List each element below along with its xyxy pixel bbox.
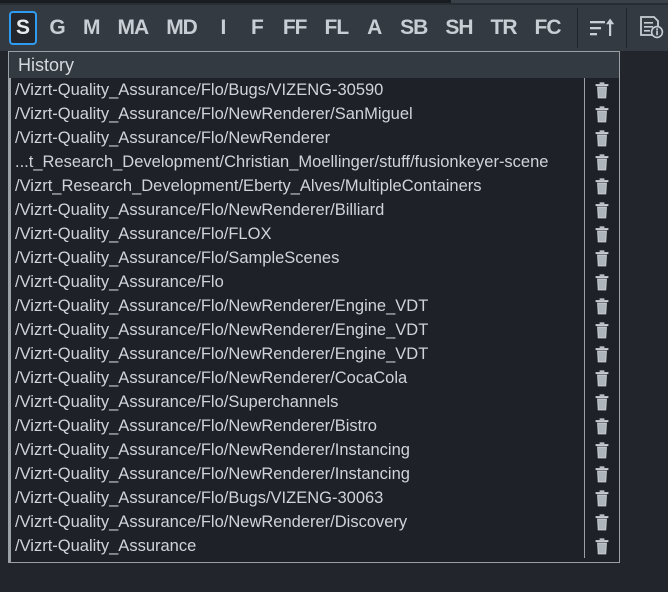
history-row[interactable]: /Vizrt-Quality_Assurance/Flo/Bugs/VIZENG… xyxy=(9,486,619,510)
history-row-path: /Vizrt-Quality_Assurance/Flo/NewRenderer… xyxy=(9,201,584,220)
trash-icon[interactable] xyxy=(585,154,619,171)
tb-button-m[interactable]: M xyxy=(77,11,106,45)
tb-button-tr[interactable]: TR xyxy=(485,11,523,45)
trash-icon[interactable] xyxy=(585,106,619,123)
trash-icon[interactable] xyxy=(585,298,619,315)
tb-button-md[interactable]: MD xyxy=(160,11,203,45)
trash-icon[interactable] xyxy=(585,226,619,243)
history-row[interactable]: /Vizrt-Quality_Assurance/Flo/NewRenderer… xyxy=(9,198,619,222)
top-strip-light-segment xyxy=(451,0,668,3)
history-row-path: /Vizrt-Quality_Assurance/Flo/NewRenderer… xyxy=(9,369,584,388)
main-toolbar: SGMMAMDIFFFFLASBSHTRFC xyxy=(0,5,668,51)
history-row-path: /Vizrt-Quality_Assurance xyxy=(9,537,584,556)
list-left-rail xyxy=(9,78,11,562)
app-window: SGMMAMDIFFFFLASBSHTRFC xyxy=(0,0,668,592)
page-title: History xyxy=(18,55,74,76)
history-row-path: /Vizrt-Quality_Assurance/Flo/NewRenderer… xyxy=(9,417,584,436)
history-row[interactable]: /Vizrt-Quality_Assurance/Flo/SampleScene… xyxy=(9,246,619,270)
top-strip-dark-segment xyxy=(0,0,451,3)
history-row[interactable]: ...t_Research_Development/Christian_Moel… xyxy=(9,150,619,174)
history-row[interactable]: /Vizrt_Research_Development/Eberty_Alves… xyxy=(9,174,619,198)
history-row[interactable]: /Vizrt-Quality_Assurance/Flo/NewRenderer… xyxy=(9,342,619,366)
history-row[interactable]: /Vizrt-Quality_Assurance/Flo/NewRenderer… xyxy=(9,294,619,318)
tb-button-a[interactable]: A xyxy=(360,11,388,45)
trash-icon[interactable] xyxy=(585,538,619,555)
history-row-path: /Vizrt-Quality_Assurance/Flo xyxy=(9,273,584,292)
history-panel: History /Vizrt-Quality_Assurance/Flo/Bug… xyxy=(8,51,620,563)
history-row[interactable]: /Vizrt-Quality_Assurance/Flo/NewRenderer… xyxy=(9,366,619,390)
history-row-path: /Vizrt-Quality_Assurance/Flo/NewRenderer xyxy=(9,129,584,148)
tb-button-f[interactable]: F xyxy=(243,11,271,45)
document-info-icon[interactable] xyxy=(634,11,668,45)
trash-icon[interactable] xyxy=(585,346,619,363)
toolbar-separator-2 xyxy=(626,8,627,48)
history-row-path: /Vizrt-Quality_Assurance/Flo/NewRenderer… xyxy=(9,297,584,316)
history-list[interactable]: /Vizrt-Quality_Assurance/Flo/Bugs/VIZENG… xyxy=(9,78,619,562)
tb-button-i[interactable]: I xyxy=(209,11,237,45)
history-row-path: ...t_Research_Development/Christian_Moel… xyxy=(9,153,584,172)
sort-ascending-icon[interactable] xyxy=(585,11,619,45)
trash-icon[interactable] xyxy=(585,514,619,531)
tb-button-ma[interactable]: MA xyxy=(112,11,155,45)
history-row[interactable]: /Vizrt-Quality_Assurance/Flo/NewRenderer xyxy=(9,126,619,150)
history-row-path: /Vizrt-Quality_Assurance/Flo/NewRenderer… xyxy=(9,321,584,340)
trash-icon[interactable] xyxy=(585,130,619,147)
history-row-path: /Vizrt-Quality_Assurance/Flo/NewRenderer… xyxy=(9,345,584,364)
history-row-path: /Vizrt-Quality_Assurance/Flo/NewRenderer… xyxy=(9,105,584,124)
history-row-path: /Vizrt-Quality_Assurance/Flo/Bugs/VIZENG… xyxy=(9,489,584,508)
history-row-path: /Vizrt-Quality_Assurance/Flo/NewRenderer… xyxy=(9,513,584,532)
history-row[interactable]: /Vizrt-Quality_Assurance/Flo/Bugs/VIZENG… xyxy=(9,78,619,102)
history-row-path: /Vizrt-Quality_Assurance/Flo/SampleScene… xyxy=(9,249,584,268)
tb-button-s[interactable]: S xyxy=(9,11,37,45)
history-row-path: /Vizrt-Quality_Assurance/Flo/Bugs/VIZENG… xyxy=(9,81,584,100)
trash-icon[interactable] xyxy=(585,82,619,99)
history-row-path: /Vizrt-Quality_Assurance/Flo/NewRenderer… xyxy=(9,465,584,484)
history-row[interactable]: /Vizrt-Quality_Assurance/Flo/NewRenderer… xyxy=(9,102,619,126)
trash-icon[interactable] xyxy=(585,490,619,507)
history-row[interactable]: /Vizrt-Quality_Assurance/Flo/NewRenderer… xyxy=(9,462,619,486)
tb-button-fl[interactable]: FL xyxy=(319,11,355,45)
tb-button-g[interactable]: G xyxy=(43,11,71,45)
trash-icon[interactable] xyxy=(585,202,619,219)
trash-icon[interactable] xyxy=(585,394,619,411)
trash-icon[interactable] xyxy=(585,274,619,291)
history-row[interactable]: /Vizrt-Quality_Assurance/Flo xyxy=(9,270,619,294)
trash-icon[interactable] xyxy=(585,250,619,267)
tb-button-ff[interactable]: FF xyxy=(277,11,313,45)
history-row[interactable]: /Vizrt-Quality_Assurance xyxy=(9,534,619,558)
history-row[interactable]: /Vizrt-Quality_Assurance/Flo/FLOX xyxy=(9,222,619,246)
history-row-path: /Vizrt-Quality_Assurance/Flo/FLOX xyxy=(9,225,584,244)
tb-button-fc[interactable]: FC xyxy=(529,11,567,45)
history-row[interactable]: /Vizrt-Quality_Assurance/Flo/NewRenderer… xyxy=(9,510,619,534)
history-row[interactable]: /Vizrt-Quality_Assurance/Flo/NewRenderer… xyxy=(9,318,619,342)
history-row-path: /Vizrt_Research_Development/Eberty_Alves… xyxy=(9,177,584,196)
toolbar-button-group: SGMMAMDIFFFFLASBSHTRFC xyxy=(0,11,570,45)
tb-button-sb[interactable]: SB xyxy=(394,11,433,45)
trash-icon[interactable] xyxy=(585,442,619,459)
history-row[interactable]: /Vizrt-Quality_Assurance/Flo/NewRenderer… xyxy=(9,438,619,462)
trash-icon[interactable] xyxy=(585,466,619,483)
history-row-path: /Vizrt-Quality_Assurance/Flo/NewRenderer… xyxy=(9,441,584,460)
trash-icon[interactable] xyxy=(585,370,619,387)
tb-button-sh[interactable]: SH xyxy=(439,11,478,45)
history-panel-header: History xyxy=(9,52,619,78)
history-row-path: /Vizrt-Quality_Assurance/Flo/Superchanne… xyxy=(9,393,584,412)
trash-icon[interactable] xyxy=(585,418,619,435)
trash-icon[interactable] xyxy=(585,322,619,339)
history-row[interactable]: /Vizrt-Quality_Assurance/Flo/Superchanne… xyxy=(9,390,619,414)
history-row[interactable]: /Vizrt-Quality_Assurance/Flo/NewRenderer… xyxy=(9,414,619,438)
trash-icon[interactable] xyxy=(585,178,619,195)
toolbar-separator-1 xyxy=(577,8,578,48)
